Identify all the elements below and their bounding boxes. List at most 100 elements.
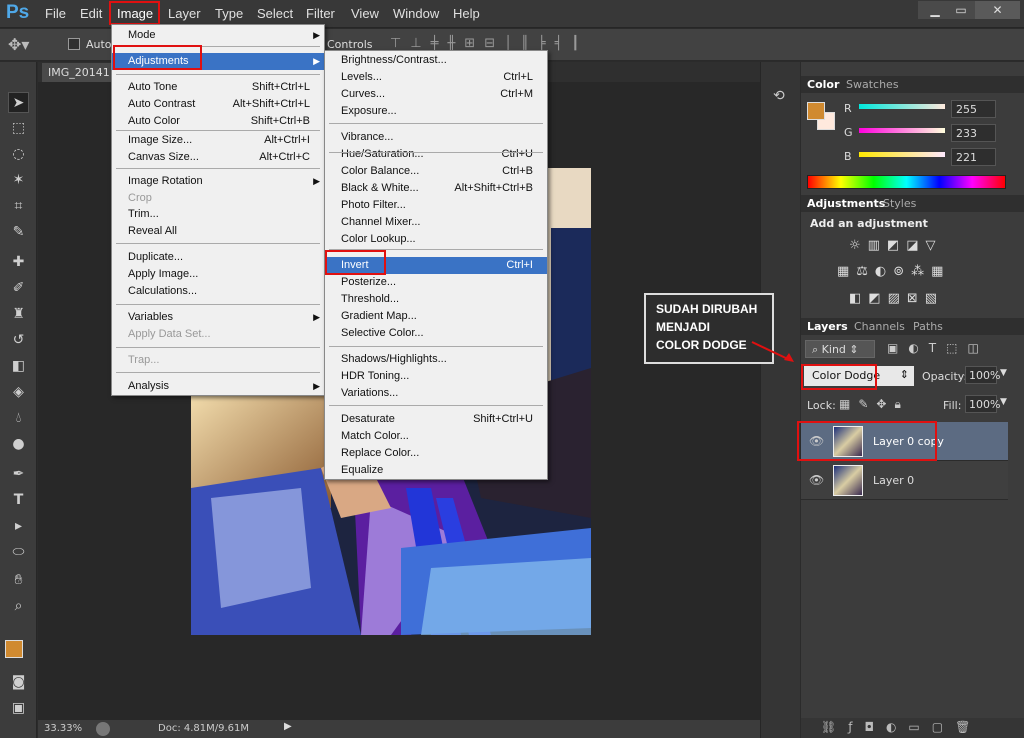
tab-channels[interactable]: Channels [854,320,905,333]
menu-view[interactable]: View [351,6,379,21]
align-icons[interactable]: ⊤⊥╪╫⊞⊟│║╞╡┃ [390,36,588,51]
quick-mask-icon[interactable]: ◙ [8,672,29,693]
eyedropper-icon[interactable]: ✎ [8,222,29,243]
restore-button[interactable]: ▭ [944,1,978,19]
layer-filter-icons[interactable]: ▣◐T⬚◫ [887,341,989,355]
menu-item-levels[interactable]: Levels... Ctrl+L [325,69,547,86]
g-value[interactable]: 233 [951,124,996,142]
red-slider[interactable] [859,104,945,109]
history-brush-icon[interactable]: ↺ [8,330,29,351]
dodge-tool-icon[interactable]: ● [8,434,29,455]
blur-tool-icon[interactable]: 💧︎ [8,408,29,429]
color-foreground-swatch[interactable] [807,102,825,120]
menu-item-canvas-size[interactable]: Canvas Size... Alt+Ctrl+C [112,149,324,166]
menu-item-curves[interactable]: Curves... Ctrl+M [325,86,547,103]
menu-item-shadows-highlights[interactable]: Shadows/Highlights... [325,351,547,368]
lasso-tool-icon[interactable]: ◌ [8,144,29,165]
move-tool-icon[interactable]: ✥▾ [8,35,29,54]
history-icon[interactable]: ⟲ [773,88,785,104]
blue-slider[interactable] [859,152,945,157]
eraser-icon[interactable]: ◧ [8,356,29,377]
close-button[interactable]: ✕ [975,1,1020,19]
menu-item-channel-mixer[interactable]: Channel Mixer... [325,214,547,231]
green-slider[interactable] [859,128,945,133]
shape-tool-icon[interactable]: ⬭ [8,542,29,563]
menu-item-hue-saturation[interactable]: Hue/Saturation... Ctrl+U [325,146,547,163]
opacity-value[interactable]: 100% [965,366,1000,384]
menu-item-equalize[interactable]: Equalize [325,462,547,479]
menu-layer[interactable]: Layer [168,6,201,21]
menu-item-variations[interactable]: Variations... [325,385,547,402]
tab-layers[interactable]: Layers [807,320,848,333]
layer-name[interactable]: Layer 0 [873,474,914,487]
menu-item-match-color[interactable]: Match Color... [325,428,547,445]
menu-item-selective-color[interactable]: Selective Color... [325,325,547,342]
menu-item-vibrance[interactable]: Vibrance... [325,129,547,146]
layers-footer-icons[interactable]: ⛓ƒ◘◐▭▢🗑︎ [821,720,982,734]
crop-tool-icon[interactable]: ⌗ [8,196,29,217]
menu-type[interactable]: Type [215,6,243,21]
b-value[interactable]: 221 [951,148,996,166]
menu-item-black-white[interactable]: Black & White... Alt+Shift+Ctrl+B [325,180,547,197]
menu-item-analysis[interactable]: Analysis ▶ [112,378,324,395]
move-tool-icon[interactable]: ➤ [8,92,29,113]
menu-file[interactable]: File [45,6,66,21]
tab-color[interactable]: Color [807,78,839,91]
adjustment-icons-row-2[interactable]: ▦⚖◐⊚⁂▦ [837,264,950,279]
menu-edit[interactable]: Edit [80,6,102,21]
menu-item-reveal-all[interactable]: Reveal All [112,223,324,240]
menu-filter[interactable]: Filter [306,6,335,21]
layer-row-layer-0[interactable]: 👁︎ Layer 0 [801,461,1008,500]
menu-item-trim[interactable]: Trim... [112,206,324,223]
menu-item-image-rotation[interactable]: Image Rotation ▶ [112,173,324,190]
adjustment-icons-row-3[interactable]: ◧◩▨⊠▧ [849,291,944,306]
visibility-eye-icon[interactable]: 👁︎ [809,473,824,487]
menu-item-exposure[interactable]: Exposure... [325,103,547,120]
menu-item-threshold[interactable]: Threshold... [325,291,547,308]
screen-mode-icon[interactable]: ▣ [8,698,29,719]
menu-item-auto-color[interactable]: Auto Color Shift+Ctrl+B [112,113,324,130]
tab-styles[interactable]: Styles [883,197,916,210]
menu-item-mode[interactable]: Mode ▶ [112,27,324,44]
opacity-dropdown-icon[interactable]: ▼ [1000,368,1007,378]
tab-swatches[interactable]: Swatches [846,78,899,91]
marquee-tool-icon[interactable]: ⬚ [8,118,29,139]
menu-item-brightness-contrast[interactable]: Brightness/Contrast... [325,52,547,69]
auto-select-checkbox[interactable] [68,38,80,50]
tab-adjustments[interactable]: Adjustments [807,197,885,210]
r-value[interactable]: 255 [951,100,996,118]
adjustment-icons-row-1[interactable]: ☼▥◩◪▽ [849,238,943,253]
menu-item-auto-contrast[interactable]: Auto Contrast Alt+Shift+Ctrl+L [112,96,324,113]
fill-value[interactable]: 100% [965,395,1000,413]
zoom-level[interactable]: 33.33% [44,723,82,734]
menu-item-duplicate[interactable]: Duplicate... [112,249,324,266]
path-selection-icon[interactable]: ▸ [8,516,29,537]
menu-item-hdr-toning[interactable]: HDR Toning... [325,368,547,385]
menu-item-image-size[interactable]: Image Size... Alt+Ctrl+I [112,132,324,149]
type-tool-icon[interactable]: T [8,490,29,511]
menu-item-color-lookup[interactable]: Color Lookup... [325,231,547,248]
lock-icons[interactable]: ▦✎✥🔒︎ [839,397,909,412]
menu-select[interactable]: Select [257,6,293,21]
color-spectrum-ramp[interactable] [807,175,1006,189]
menu-help[interactable]: Help [453,6,480,21]
kind-filter-select[interactable]: ⌕ Kind ⇕ [805,340,875,358]
paint-bucket-icon[interactable]: ◈ [8,382,29,403]
zoom-tool-icon[interactable]: ⌕ [8,596,29,617]
status-arrow-icon[interactable]: ▶ [284,721,292,732]
healing-brush-icon[interactable]: ✚ [8,252,29,273]
hand-tool-icon[interactable]: ✋︎ [8,570,29,591]
menu-item-variables[interactable]: Variables ▶ [112,309,324,326]
menu-item-color-balance[interactable]: Color Balance... Ctrl+B [325,163,547,180]
menu-item-desaturate[interactable]: Desaturate Shift+Ctrl+U [325,411,547,428]
menu-item-gradient-map[interactable]: Gradient Map... [325,308,547,325]
tab-paths[interactable]: Paths [913,320,943,333]
menu-item-replace-color[interactable]: Replace Color... [325,445,547,462]
document-tab[interactable]: IMG_20141 [42,63,122,82]
menu-item-apply-image[interactable]: Apply Image... [112,266,324,283]
menu-item-calculations[interactable]: Calculations... [112,283,324,300]
menu-item-auto-tone[interactable]: Auto Tone Shift+Ctrl+L [112,79,324,96]
brush-tool-icon[interactable]: ✐ [8,278,29,299]
menu-item-posterize[interactable]: Posterize... [325,274,547,291]
menu-item-photo-filter[interactable]: Photo Filter... [325,197,547,214]
